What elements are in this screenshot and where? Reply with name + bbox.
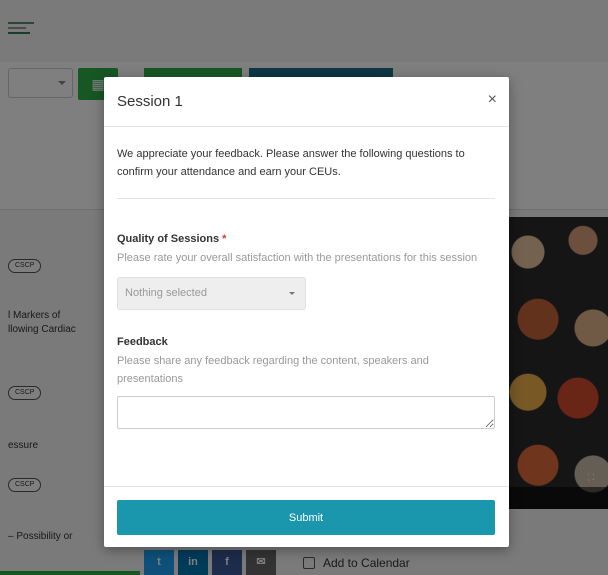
quality-label-text: Quality of Sessions bbox=[117, 233, 220, 245]
quality-select-value: Nothing selected bbox=[125, 287, 207, 299]
feedback-question: Feedback Please share any feedback regar… bbox=[117, 336, 495, 429]
modal-body: We appreciate your feedback. Please answ… bbox=[117, 127, 495, 429]
feedback-help-text: Please share any feedback regarding the … bbox=[117, 355, 429, 385]
quality-help-text: Please rate your overall satisfaction wi… bbox=[117, 252, 478, 264]
intro-text: We appreciate your feedback. Please answ… bbox=[117, 148, 465, 178]
modal-title: Session 1 bbox=[117, 93, 183, 110]
close-icon[interactable]: × bbox=[488, 90, 497, 110]
quality-label: Quality of Sessions * bbox=[117, 233, 495, 245]
required-mark: * bbox=[222, 233, 227, 245]
feedback-label: Feedback bbox=[117, 336, 168, 348]
chevron-down-icon bbox=[289, 292, 295, 295]
feedback-textarea[interactable] bbox=[117, 396, 495, 429]
feedback-modal: Session 1 × We appreciate your feedback.… bbox=[104, 77, 509, 547]
divider bbox=[117, 198, 495, 199]
submit-button[interactable]: Submit bbox=[117, 500, 495, 535]
modal-header: Session 1 × bbox=[104, 77, 509, 127]
quality-question: Quality of Sessions * Please rate your o… bbox=[117, 233, 495, 310]
quality-select[interactable]: Nothing selected bbox=[117, 277, 306, 310]
modal-footer: Submit bbox=[104, 486, 509, 547]
